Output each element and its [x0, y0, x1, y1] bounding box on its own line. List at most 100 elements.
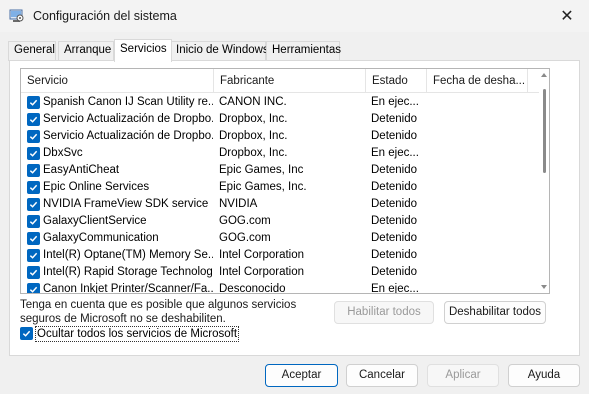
accept-button[interactable]: Aceptar [265, 364, 338, 387]
column-header-fecha[interactable]: Fecha de desha... [427, 69, 528, 93]
row-checkbox[interactable] [27, 130, 40, 143]
scroll-down-icon[interactable] [541, 285, 547, 289]
service-name: GalaxyCommunication [43, 232, 159, 244]
table-row[interactable]: GalaxyCommunication GOG.com Detenido [21, 230, 541, 247]
row-checkbox[interactable] [27, 249, 40, 262]
service-vendor: Epic Games, Inc [219, 164, 304, 176]
column-header-fabricante[interactable]: Fabricante [214, 69, 366, 93]
service-name: Epic Online Services [43, 181, 150, 193]
row-checkbox[interactable] [27, 283, 40, 293]
tab-inicio-windows[interactable]: Inicio de Windows [170, 41, 269, 61]
row-checkbox[interactable] [27, 198, 40, 211]
service-name: DbxSvc [43, 147, 83, 159]
tab-arranque[interactable]: Arranque [58, 41, 114, 61]
service-status: Detenido [371, 164, 418, 176]
checkmark-icon [29, 235, 38, 242]
service-vendor: GOG.com [219, 215, 271, 227]
table-row[interactable]: Servicio Actualización de Dropbo... Dropb… [21, 111, 541, 128]
table-row[interactable]: Intel(R) Optane(TM) Memory Se... Intel Co… [21, 247, 541, 264]
service-vendor: NVIDIA [219, 198, 258, 210]
hide-microsoft-services-label: Ocultar todos los servicios de Microsoft [35, 326, 240, 342]
services-list[interactable]: Servicio Fabricante Estado Fecha de desh… [20, 68, 550, 294]
service-status: Detenido [371, 249, 418, 261]
list-rows: Spanish Canon IJ Scan Utility re... CANON… [21, 94, 541, 294]
service-vendor: Dropbox, Inc. [219, 130, 288, 142]
service-status: Detenido [371, 181, 418, 193]
cancel-button[interactable]: Cancelar [346, 364, 418, 387]
row-checkbox[interactable] [27, 232, 40, 245]
checkmark-icon [29, 184, 38, 191]
row-checkbox[interactable] [27, 181, 40, 194]
window-title: Configuración del sistema [33, 9, 177, 23]
tab-general[interactable]: General [8, 41, 56, 61]
checkbox-checked-icon[interactable] [20, 327, 33, 340]
service-status: En ejec... [371, 147, 419, 159]
service-vendor: Intel Corporation [219, 266, 305, 278]
row-checkbox[interactable] [27, 164, 40, 177]
table-row[interactable]: Canon Inkjet Printer/Scanner/Fa... Descon… [21, 281, 541, 294]
service-name: EasyAntiCheat [43, 164, 120, 176]
checkmark-icon [29, 133, 38, 140]
service-name: Servicio Actualización de Dropbo... [43, 130, 213, 142]
checkmark-icon [29, 269, 38, 276]
service-status: Detenido [371, 266, 418, 278]
checkmark-icon [29, 286, 38, 293]
service-name: NVIDIA FrameView SDK service [43, 198, 209, 210]
checkmark-icon [29, 201, 38, 208]
system-config-icon [9, 9, 24, 22]
table-row[interactable]: DbxSvc Dropbox, Inc. En ejec... [21, 145, 541, 162]
table-row[interactable]: Intel(R) Rapid Storage Technology Intel C… [21, 264, 541, 281]
microsoft-services-note: Tenga en cuenta que es posible que algun… [20, 299, 297, 325]
service-vendor: Intel Corporation [219, 249, 305, 261]
checkmark-icon [29, 218, 38, 225]
service-vendor: Epic Games, Inc. [219, 181, 307, 193]
scroll-up-icon[interactable] [541, 73, 547, 77]
service-status: Detenido [371, 215, 418, 227]
enable-all-button[interactable]: Habilitar todos [334, 301, 434, 324]
tab-servicios[interactable]: Servicios [114, 39, 172, 62]
vertical-scrollbar[interactable] [539, 69, 549, 293]
row-checkbox[interactable] [27, 147, 40, 160]
row-checkbox[interactable] [27, 266, 40, 279]
row-checkbox[interactable] [27, 113, 40, 126]
checkmark-icon [29, 116, 38, 123]
checkmark-icon [29, 150, 38, 157]
scrollbar-thumb[interactable] [543, 89, 546, 173]
table-row[interactable]: NVIDIA FrameView SDK service NVIDIA Deteni… [21, 196, 541, 213]
service-status: Detenido [371, 113, 418, 125]
service-name: Intel(R) Rapid Storage Technology [43, 266, 213, 278]
service-vendor: GOG.com [219, 232, 271, 244]
checkmark-icon [29, 167, 38, 174]
table-row[interactable]: Epic Online Services Epic Games, Inc. Dete… [21, 179, 541, 196]
service-vendor: Dropbox, Inc. [219, 113, 288, 125]
service-status: Detenido [371, 130, 418, 142]
table-row[interactable]: GalaxyClientService GOG.com Detenido [21, 213, 541, 230]
disable-all-button[interactable]: Deshabilitar todos [444, 301, 546, 324]
title-bar: Configuración del sistema ✕ [0, 0, 589, 32]
apply-button[interactable]: Aplicar [427, 364, 499, 387]
service-vendor: Desconocido [219, 283, 286, 294]
row-checkbox[interactable] [27, 215, 40, 228]
service-status: En ejec... [371, 283, 419, 294]
list-header: Servicio Fabricante Estado Fecha de desh… [21, 69, 549, 93]
column-header-estado[interactable]: Estado [366, 69, 427, 93]
service-vendor: Dropbox, Inc. [219, 147, 288, 159]
service-status: Detenido [371, 198, 418, 210]
tab-herramientas[interactable]: Herramientas [266, 41, 341, 61]
close-button[interactable]: ✕ [545, 0, 589, 32]
table-row[interactable]: Servicio Actualización de Dropbo... Dropb… [21, 128, 541, 145]
service-name: Spanish Canon IJ Scan Utility re... [43, 96, 213, 108]
row-checkbox[interactable] [27, 96, 40, 109]
service-name: Intel(R) Optane(TM) Memory Se... [43, 249, 213, 261]
checkmark-icon [29, 252, 38, 259]
service-name: Canon Inkjet Printer/Scanner/Fa... [43, 283, 213, 294]
service-name: GalaxyClientService [43, 215, 147, 227]
service-vendor: CANON INC. [219, 96, 287, 108]
column-header-servicio[interactable]: Servicio [21, 69, 214, 93]
service-status: Detenido [371, 232, 418, 244]
help-button[interactable]: Ayuda [508, 364, 580, 387]
table-row[interactable]: EasyAntiCheat Epic Games, Inc Detenido [21, 162, 541, 179]
service-status: En ejec... [371, 96, 419, 108]
close-icon: ✕ [560, 8, 574, 25]
table-row[interactable]: Spanish Canon IJ Scan Utility re... CANON… [21, 94, 541, 111]
